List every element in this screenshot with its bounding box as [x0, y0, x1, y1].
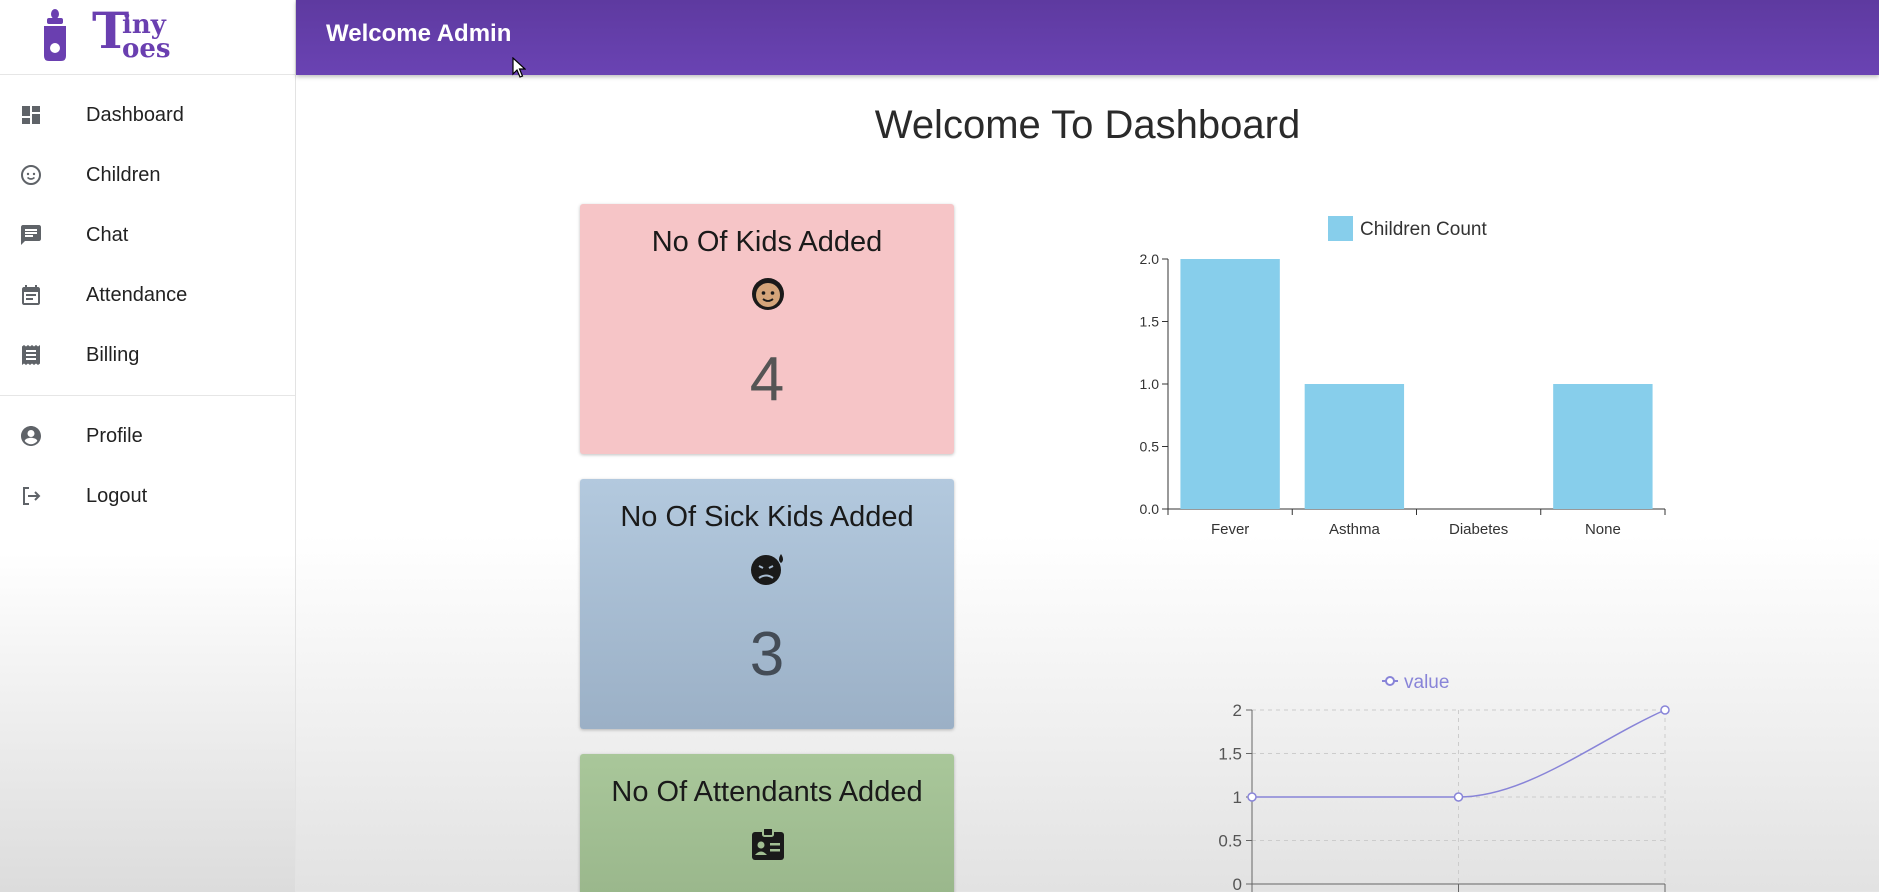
mouse-cursor-icon	[512, 57, 526, 78]
badge-icon	[752, 827, 784, 860]
sidebar-item-dashboard[interactable]: Dashboard	[0, 85, 295, 145]
y-tick-label: 1.0	[1140, 376, 1160, 392]
sidebar-item-label: Profile	[86, 424, 143, 447]
illness-bar-chart: Children Count 0.0 0.5 1.0 1.5 2.0 Fever Asthma…	[1140, 216, 1666, 538]
legend-swatch	[1328, 216, 1353, 241]
sidebar-secondary-nav: Profile Logout	[0, 406, 295, 526]
x-tick-label: Fever	[1211, 521, 1249, 538]
sidebar-item-label: Children	[86, 163, 161, 186]
baby-face-icon	[752, 278, 784, 310]
x-tick-label: Diabetes	[1449, 521, 1508, 538]
sidebar-nav: Dashboard Children Chat Attendance Billi…	[0, 75, 295, 385]
baby-bottle-icon	[44, 9, 66, 61]
sick-kids-card[interactable]: No Of Sick Kids Added 3	[580, 479, 954, 729]
card-title: No Of Sick Kids Added	[620, 501, 914, 533]
sidebar-item-label: Dashboard	[86, 103, 184, 126]
y-tick-label: 0.5	[1140, 439, 1160, 455]
account-circle-icon	[21, 426, 41, 446]
bar-none	[1553, 384, 1653, 509]
calendar-icon	[22, 285, 40, 305]
y-tick-label: 2	[1233, 701, 1242, 720]
y-tick-label: 2.0	[1140, 251, 1160, 267]
logo[interactable]: T iny oes	[0, 0, 295, 75]
x-tick-label: None	[1585, 521, 1621, 538]
y-tick-label: 1.5	[1140, 314, 1160, 330]
sidebar-item-children[interactable]: Children	[0, 145, 295, 205]
y-tick-label: 0	[1233, 875, 1242, 892]
sidebar-item-label: Chat	[86, 223, 129, 246]
legend-marker	[1385, 676, 1395, 686]
card-value: 3	[749, 620, 785, 689]
data-point	[1247, 792, 1257, 802]
legend-label: value	[1404, 672, 1449, 693]
x-tick-label: Asthma	[1329, 521, 1381, 538]
sidebar-item-profile[interactable]: Profile	[0, 406, 295, 466]
sick-face-icon	[751, 554, 783, 585]
sidebar-item-chat[interactable]: Chat	[0, 205, 295, 265]
y-tick-label: 0.5	[1218, 832, 1242, 851]
child-face-icon	[21, 165, 41, 185]
y-tick-label: 0.0	[1140, 501, 1160, 517]
y-tick-label: 1.5	[1218, 745, 1242, 764]
sidebar-item-label: Logout	[86, 484, 148, 507]
bar-fever	[1180, 259, 1280, 509]
kids-added-card[interactable]: No Of Kids Added 4	[580, 204, 954, 454]
card-title: No Of Attendants Added	[611, 776, 923, 808]
sidebar-item-label: Attendance	[86, 283, 188, 306]
sidebar-item-label: Billing	[86, 343, 140, 366]
sidebar-item-logout[interactable]: Logout	[0, 466, 295, 526]
app-header: Welcome Admin	[296, 0, 1879, 75]
sidebar-item-attendance[interactable]: Attendance	[0, 265, 295, 325]
attendants-added-card[interactable]: No Of Attendants Added	[580, 754, 954, 892]
legend-label: Children Count	[1360, 219, 1487, 240]
bar-asthma	[1304, 384, 1405, 509]
y-tick-label: 1	[1233, 788, 1242, 807]
data-point	[1453, 792, 1464, 802]
card-value: 4	[749, 345, 785, 414]
sidebar-divider	[0, 395, 295, 396]
sidebar-item-billing[interactable]: Billing	[0, 325, 295, 385]
data-point	[1660, 705, 1670, 715]
logout-icon	[23, 487, 41, 505]
card-title: No Of Kids Added	[651, 226, 883, 258]
logo-text-bottom: oes	[122, 34, 171, 64]
page-title: Welcome To Dashboard	[874, 103, 1301, 147]
value-line-chart: value 0 0.5 1 1.5 2	[1218, 672, 1670, 892]
header-title: Welcome Admin	[326, 20, 512, 47]
sidebar: T iny oes Dashboard Children Chat Attend…	[0, 0, 296, 892]
dashboard-icon	[22, 106, 40, 124]
chat-icon	[21, 225, 41, 245]
receipt-icon	[22, 345, 40, 365]
